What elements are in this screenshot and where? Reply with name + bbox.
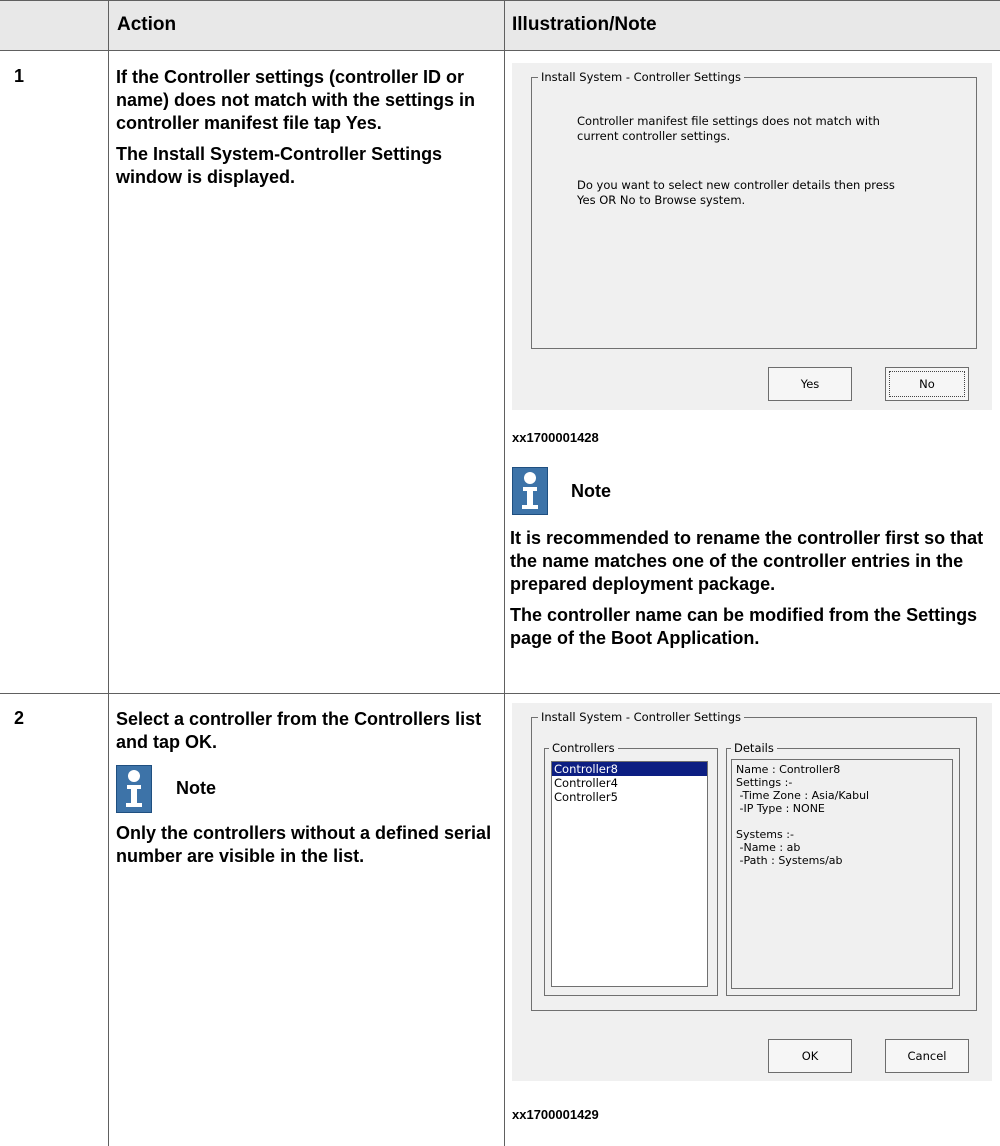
figure-caption: xx1700001429 — [512, 1107, 599, 1122]
dialog-group-box: Install System - Controller Settings Con… — [531, 70, 977, 349]
step-1-action: If the Controller settings (controller I… — [116, 67, 476, 187]
details-line: -Path : Systems/ab — [736, 854, 843, 867]
controllers-listbox[interactable]: Controller8 Controller4 Controller5 — [551, 761, 708, 987]
table-top-border — [0, 0, 1000, 1]
dialog-title: Install System - Controller Settings — [538, 70, 745, 84]
note-title: Note — [571, 481, 611, 501]
col-divider-1 — [108, 0, 109, 1146]
controllers-legend: Controllers — [549, 741, 618, 755]
install-system-dialog-1: Install System - Controller Settings Con… — [512, 63, 992, 410]
note-title: Note — [176, 778, 216, 798]
details-line — [736, 815, 948, 828]
header-illustration-note: Illustration/Note — [512, 14, 657, 35]
no-button[interactable]: No — [885, 367, 969, 401]
dialog-message-2: Do you want to select new controller det… — [577, 178, 895, 207]
details-line: Name : Controller8 — [736, 763, 841, 776]
yes-button[interactable]: Yes — [768, 367, 852, 401]
note-text: Only the controllers without a defined s… — [116, 823, 492, 866]
info-icon — [512, 467, 548, 515]
details-panel: Name : Controller8 Settings :- -Time Zon… — [731, 759, 953, 989]
step-number: 1 — [14, 66, 25, 86]
dialog-title: Install System - Controller Settings — [538, 710, 745, 724]
note-text: It is recommended to rename the controll… — [510, 528, 984, 648]
cancel-button[interactable]: Cancel — [885, 1039, 969, 1073]
info-icon — [116, 765, 152, 813]
list-item[interactable]: Controller4 — [552, 776, 707, 790]
details-line: Settings :- — [736, 776, 793, 789]
dialog-message-1: Controller manifest file settings does n… — [577, 114, 880, 143]
row-divider — [0, 693, 1000, 694]
dialog-group-box: Install System - Controller Settings Con… — [531, 710, 977, 1011]
step-2-action: Select a controller from the Controllers… — [116, 709, 482, 752]
details-line: -IP Type : NONE — [736, 802, 825, 815]
controllers-group: Controllers Controller8 Controller4 Cont… — [544, 741, 718, 996]
list-item[interactable]: Controller8 — [552, 762, 707, 776]
details-line: Systems :- — [736, 828, 794, 841]
details-line: -Name : ab — [736, 841, 801, 854]
header-action: Action — [117, 14, 177, 35]
col-divider-2 — [504, 0, 505, 1146]
details-group: Details Name : Controller8 Settings :- -… — [726, 741, 960, 996]
install-system-dialog-2: Install System - Controller Settings Con… — [512, 703, 992, 1081]
details-legend: Details — [731, 741, 777, 755]
procedure-table: Action Illustration/Note 1 If the Contro… — [0, 0, 1000, 1146]
no-button-label: No — [919, 377, 935, 391]
list-item[interactable]: Controller5 — [552, 790, 707, 804]
figure-caption: xx1700001428 — [512, 430, 599, 445]
details-line: -Time Zone : Asia/Kabul — [736, 789, 870, 802]
step-number: 2 — [14, 708, 25, 728]
ok-button[interactable]: OK — [768, 1039, 852, 1073]
header-divider — [0, 50, 1000, 51]
